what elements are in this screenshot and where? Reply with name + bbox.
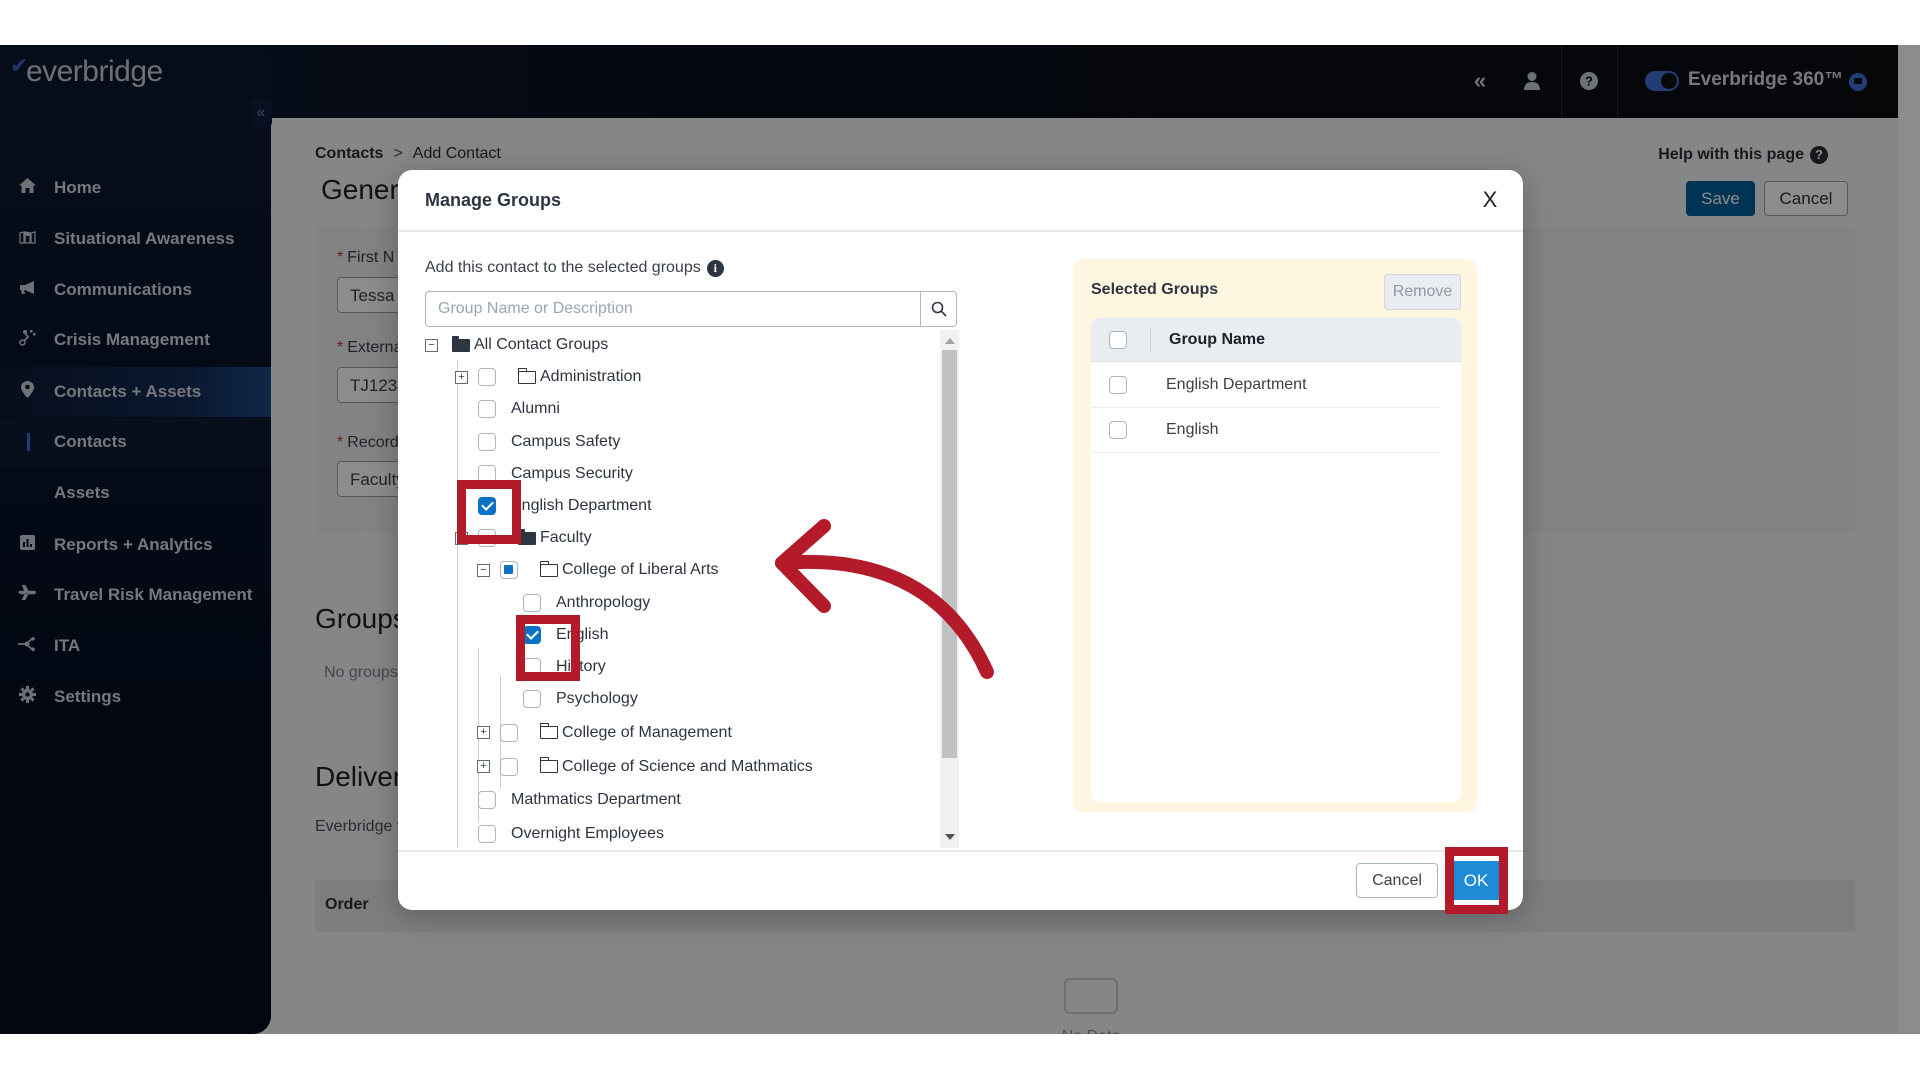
tree-node-checkbox[interactable] bbox=[523, 690, 541, 709]
tree-scrollbar[interactable] bbox=[940, 330, 959, 848]
tree-node-label: Overnight Employees bbox=[511, 825, 664, 842]
dialog-footer-divider bbox=[398, 850, 1523, 852]
collapse-icon[interactable]: − bbox=[425, 338, 438, 352]
tree-node-label: English Department bbox=[511, 497, 652, 514]
selected-group-row[interactable]: English bbox=[1091, 408, 1441, 453]
tree-node[interactable]: Psychology bbox=[523, 684, 638, 714]
tree-node-label: College of Science and Mathmatics bbox=[562, 757, 813, 775]
tree-node[interactable]: − College of Liberal Arts bbox=[477, 555, 719, 585]
tree-node-label: Campus Safety bbox=[511, 432, 621, 450]
highlight-box-ok bbox=[1445, 847, 1508, 914]
tree-node-label: Mathmatics Department bbox=[511, 791, 681, 809]
group-search-input[interactable] bbox=[426, 292, 921, 326]
tree-node[interactable]: − All Contact Groups bbox=[425, 330, 608, 360]
selected-groups-panel: Selected Groups Remove Group Name Englis… bbox=[1073, 259, 1477, 812]
group-tree: − All Contact Groups + Administration Alumni… bbox=[425, 330, 960, 848]
tree-node-checkbox[interactable] bbox=[478, 400, 496, 419]
remove-button[interactable]: Remove bbox=[1384, 274, 1461, 310]
tree-node-label: Campus Security bbox=[511, 464, 633, 482]
tree-node-checkbox[interactable] bbox=[478, 791, 496, 810]
screen: « ? Everbridge 360™ ✔everbridge « Home S… bbox=[0, 0, 1920, 1080]
collapse-icon[interactable]: − bbox=[477, 563, 490, 577]
tree-node-label: Administration bbox=[540, 368, 642, 386]
tree-guide-line bbox=[457, 360, 458, 848]
tree-node[interactable]: + College of Management bbox=[477, 718, 732, 748]
search-button[interactable] bbox=[920, 292, 956, 326]
tree-node-checkbox[interactable] bbox=[478, 432, 496, 451]
folder-outline-icon bbox=[539, 560, 558, 577]
search-icon bbox=[931, 301, 947, 317]
tree-node[interactable]: Alumni bbox=[478, 394, 560, 424]
manage-groups-dialog: Manage Groups X Add this contact to the … bbox=[398, 170, 1523, 910]
selected-group-row[interactable]: English Department bbox=[1091, 363, 1441, 408]
tree-node[interactable]: Mathmatics Department bbox=[478, 785, 681, 815]
dialog-title: Manage Groups bbox=[425, 190, 562, 210]
scroll-thumb[interactable] bbox=[942, 350, 957, 758]
column-divider bbox=[1150, 328, 1151, 352]
intro-text: Add this contact to the selected groups bbox=[425, 259, 701, 276]
select-all-checkbox[interactable] bbox=[1109, 331, 1127, 349]
tree-node-label: Psychology bbox=[556, 690, 638, 708]
highlight-box-english-department bbox=[457, 480, 521, 544]
tree-node[interactable]: Campus Safety bbox=[478, 427, 620, 457]
dialog-intro: Add this contact to the selected groups i bbox=[425, 259, 724, 277]
folder-outline-icon bbox=[517, 367, 536, 384]
tree-node-checkbox[interactable] bbox=[478, 368, 496, 387]
expand-icon[interactable]: + bbox=[477, 726, 490, 740]
info-icon[interactable]: i bbox=[706, 260, 724, 277]
group-name-cell: English bbox=[1166, 421, 1219, 438]
column-header-group-name: Group Name bbox=[1169, 331, 1266, 348]
tree-node[interactable]: + College of Science and Mathmatics bbox=[477, 752, 813, 782]
group-search bbox=[425, 291, 957, 327]
tree-node-checkbox[interactable] bbox=[478, 825, 496, 843]
selected-groups-title: Selected Groups bbox=[1091, 281, 1219, 298]
tree-node-checkbox[interactable] bbox=[500, 757, 518, 776]
page-scrollbar[interactable] bbox=[1898, 45, 1920, 1034]
highlight-box-english bbox=[516, 615, 580, 681]
dialog-header-divider bbox=[398, 230, 1523, 232]
tree-node-checkbox[interactable] bbox=[500, 561, 518, 580]
selected-groups-table: Group Name English Department English bbox=[1091, 318, 1461, 802]
tree-node-label: College of Liberal Arts bbox=[562, 561, 719, 579]
tree-node-checkbox[interactable] bbox=[523, 593, 541, 612]
folder-outline-icon bbox=[539, 757, 558, 774]
tree-node[interactable]: + Administration bbox=[455, 362, 641, 392]
tree-node-label: College of Management bbox=[562, 723, 732, 741]
dialog-cancel-button[interactable]: Cancel bbox=[1356, 863, 1438, 898]
row-checkbox[interactable] bbox=[1109, 421, 1127, 439]
expand-icon[interactable]: + bbox=[455, 370, 468, 384]
tree-node-label: Faculty bbox=[540, 529, 592, 547]
tree-node[interactable]: Anthropology bbox=[523, 588, 650, 618]
tree-node-label: All Contact Groups bbox=[474, 336, 609, 353]
tree-node-label: Alumni bbox=[511, 400, 560, 418]
scroll-down-icon[interactable] bbox=[945, 834, 955, 840]
close-icon[interactable]: X bbox=[1477, 187, 1503, 213]
selected-groups-header: Group Name bbox=[1091, 318, 1461, 362]
expand-icon[interactable]: + bbox=[477, 760, 490, 774]
row-checkbox[interactable] bbox=[1109, 376, 1127, 394]
folder-outline-icon bbox=[539, 723, 558, 740]
folder-filled-icon bbox=[452, 335, 470, 352]
group-name-cell: English Department bbox=[1166, 376, 1307, 393]
tree-node-label: Anthropology bbox=[556, 593, 651, 611]
tree-node-checkbox[interactable] bbox=[500, 723, 518, 742]
tree-node[interactable]: Overnight Employees bbox=[478, 819, 664, 848]
scroll-up-icon[interactable] bbox=[945, 338, 955, 344]
